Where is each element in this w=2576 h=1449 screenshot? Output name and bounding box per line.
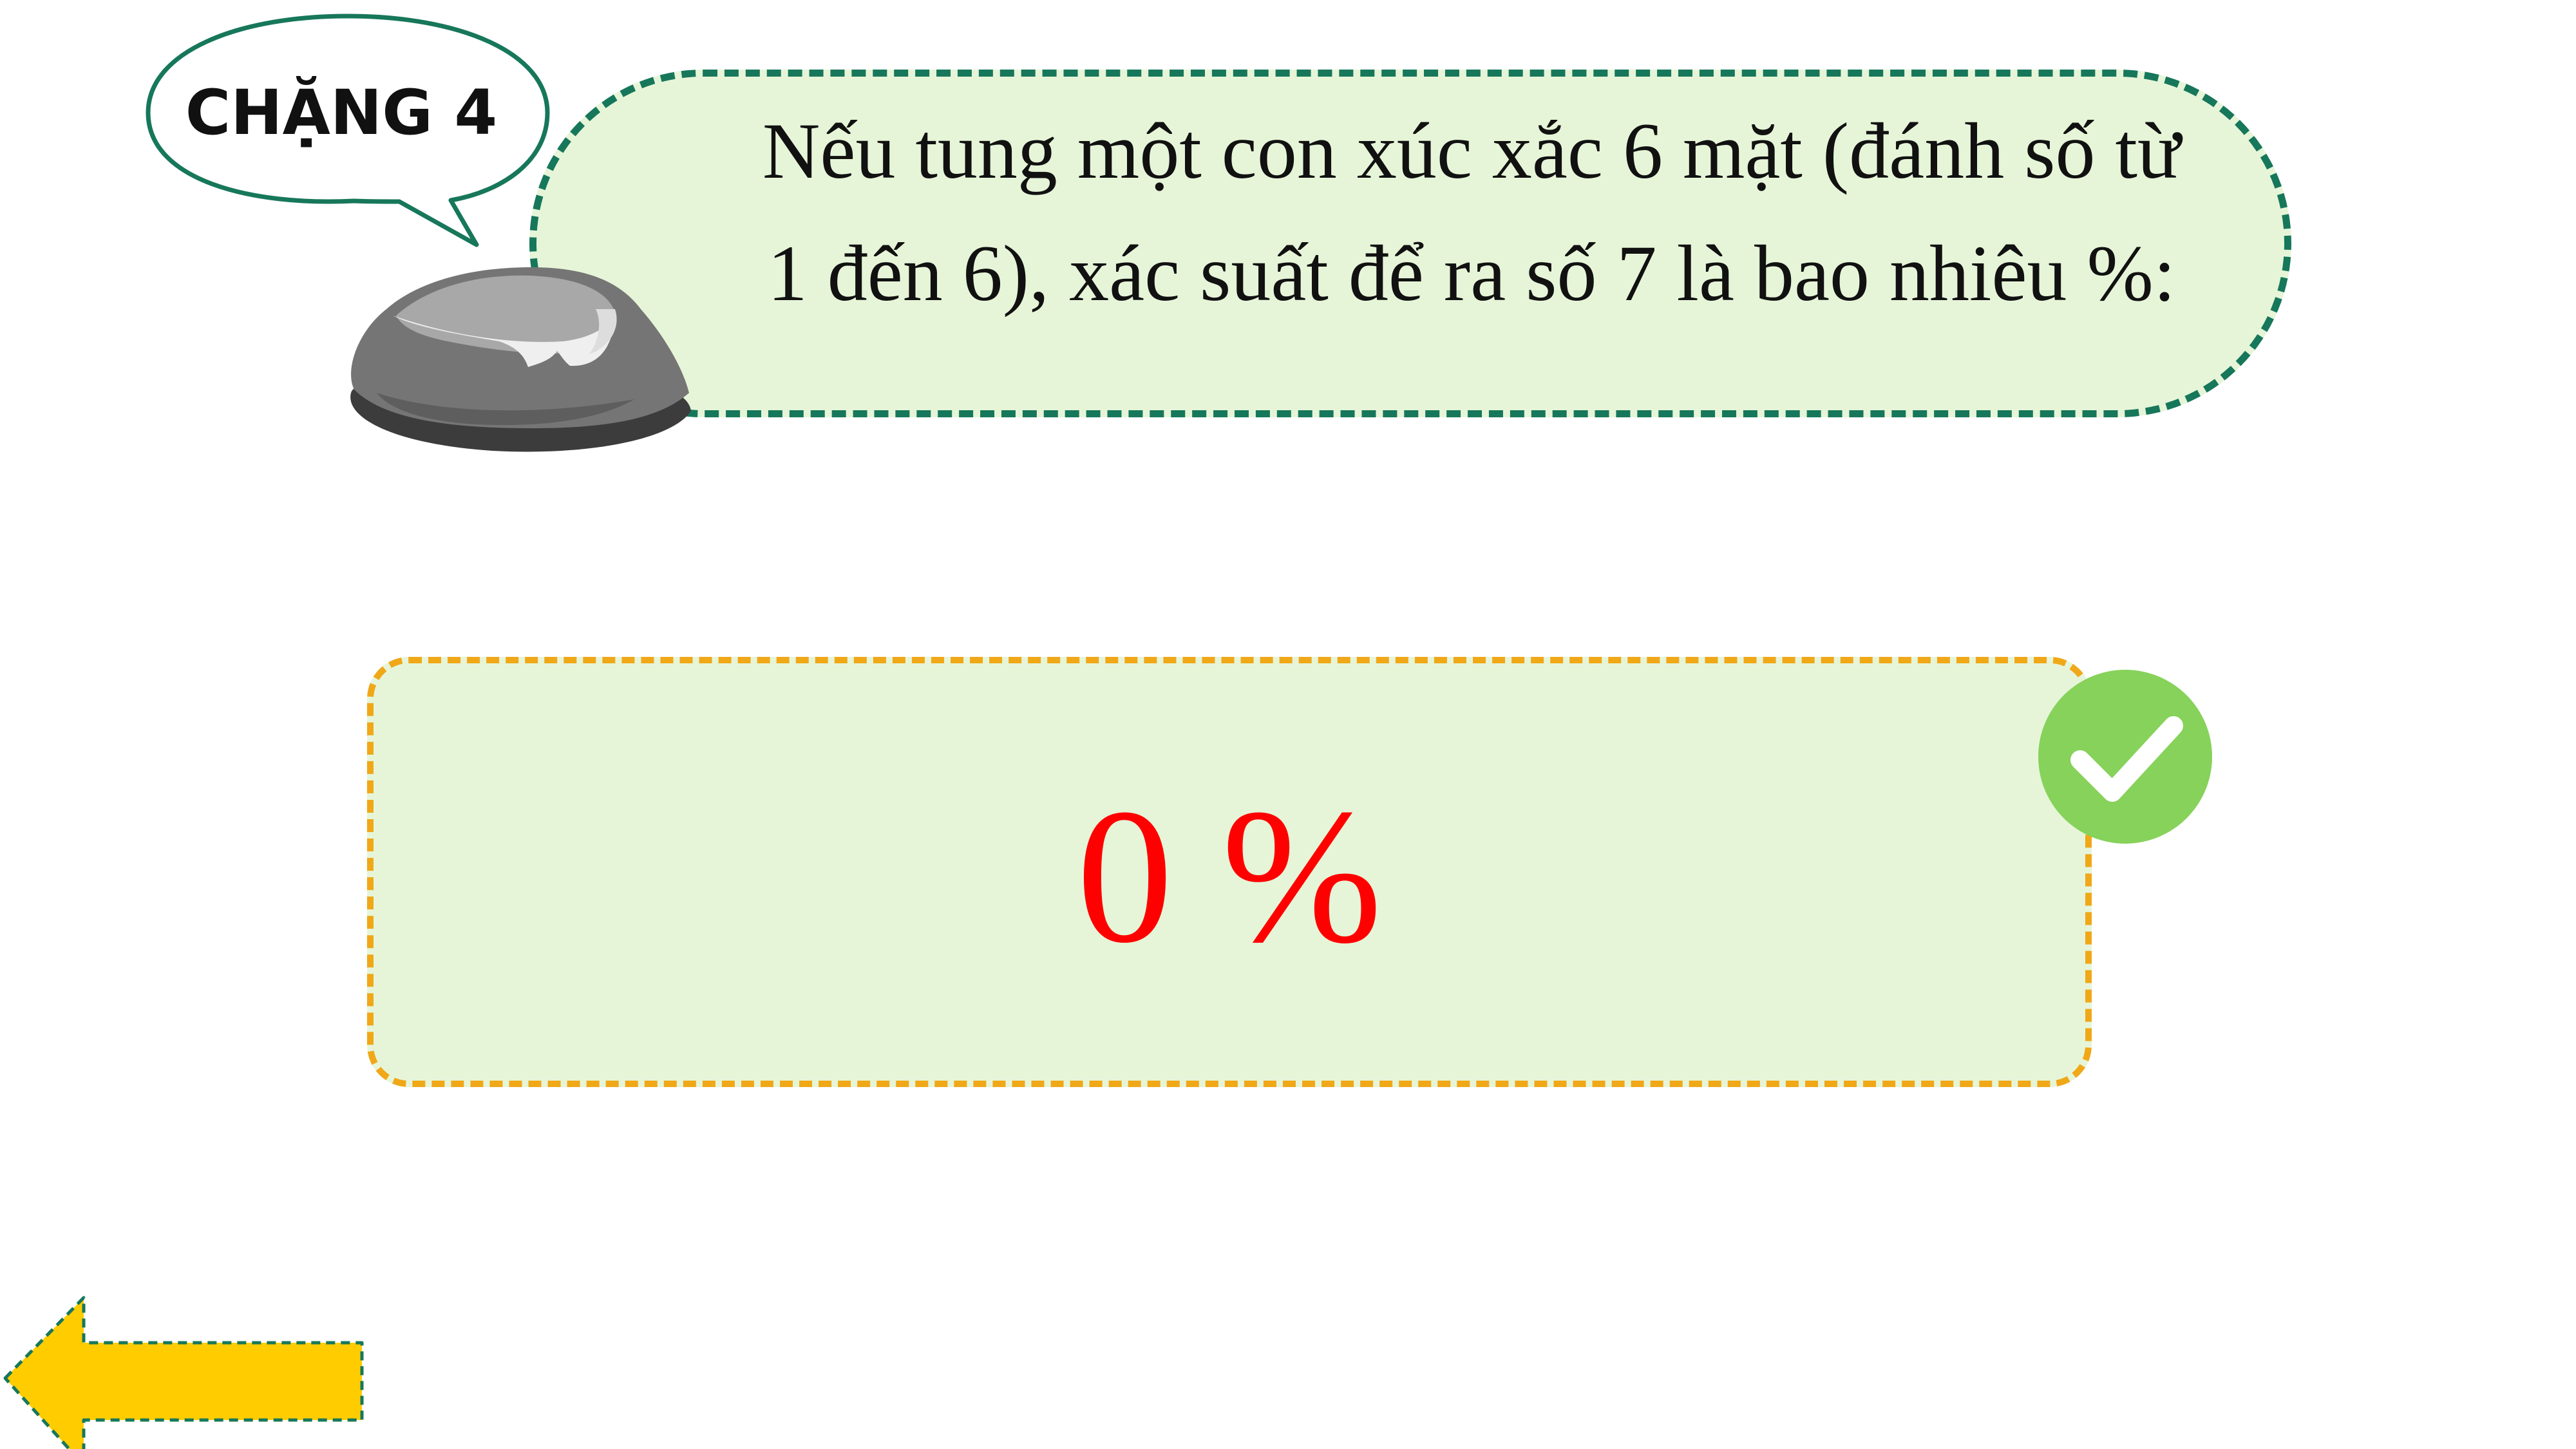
back-arrow-button[interactable] bbox=[0, 1294, 367, 1449]
question-text: Nếu tung một con xúc xắc 6 mặt (đánh số … bbox=[641, 90, 2302, 348]
rock-icon bbox=[350, 267, 691, 452]
question-line-2: 1 đến 6), xác suất để ra số 7 là bao nhi… bbox=[767, 229, 2176, 317]
answer-value: 0 % bbox=[1076, 769, 1383, 983]
stage-label: CHẶNG 4 bbox=[185, 77, 498, 149]
check-circle-icon bbox=[2038, 670, 2212, 844]
question-line-1: Nếu tung một con xúc xắc 6 mặt (đánh số … bbox=[762, 107, 2181, 195]
arrow-left-icon bbox=[3, 1296, 364, 1449]
slide: Nếu tung một con xúc xắc 6 mặt (đánh số … bbox=[0, 0, 2576, 1449]
